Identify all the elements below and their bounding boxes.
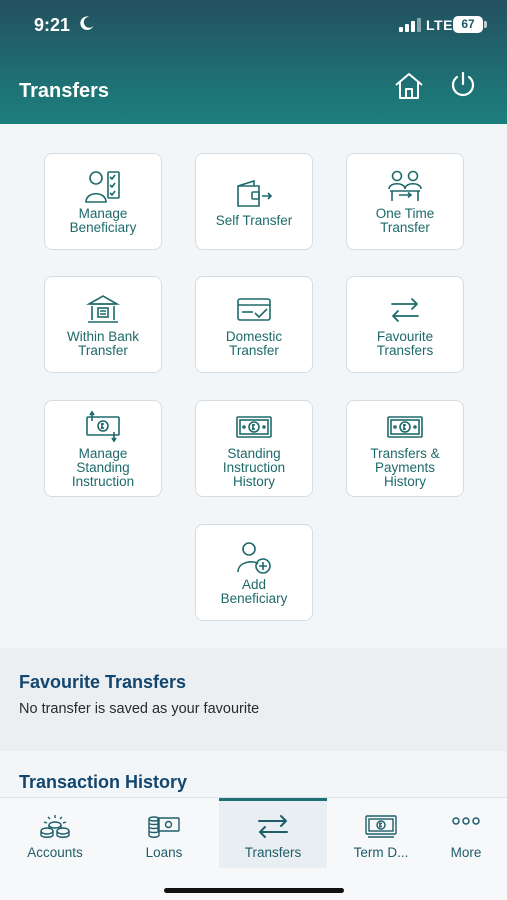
swap-arrows-icon bbox=[258, 815, 288, 838]
tile-label: Domestic Transfer bbox=[225, 328, 283, 358]
bottom-tab-bar: Accounts Loans Transfers Term D... More bbox=[0, 797, 507, 900]
signal-icon bbox=[399, 18, 421, 32]
transfer-options-grid: Manage Beneficiary Self Transfer One Tim… bbox=[0, 124, 507, 648]
wallet-transfer-icon bbox=[237, 179, 273, 207]
tile-one-time-transfer[interactable]: One Time Transfer bbox=[346, 153, 464, 250]
tile-label: Self Transfer bbox=[215, 212, 293, 228]
tile-label: Add Beneficiary bbox=[220, 576, 288, 606]
tile-self-transfer[interactable]: Self Transfer bbox=[195, 153, 313, 250]
page-title: Transfers bbox=[19, 80, 110, 102]
swap-arrows-icon bbox=[391, 297, 419, 322]
tab-label: Transfers bbox=[244, 845, 302, 860]
moon-icon bbox=[80, 16, 94, 31]
tile-transfers-payments-history[interactable]: Transfers & Payments History bbox=[346, 400, 464, 497]
tab-label: Loans bbox=[145, 845, 183, 860]
tile-within-bank-transfer[interactable]: Within Bank Transfer bbox=[44, 276, 162, 373]
tile-label: Transfers & Payments History bbox=[370, 445, 440, 489]
add-user-icon bbox=[237, 541, 271, 574]
tile-standing-instruction-history[interactable]: Standing Instruction History bbox=[195, 400, 313, 497]
tile-label: Standing Instruction History bbox=[222, 445, 286, 489]
tile-label: One Time Transfer bbox=[375, 205, 435, 235]
tab-more[interactable]: More bbox=[412, 798, 507, 868]
tile-label: Within Bank Transfer bbox=[66, 328, 140, 358]
banknote-icon bbox=[236, 415, 272, 438]
coins-stack-icon bbox=[40, 815, 70, 838]
favourite-transfers-title: Favourite Transfers bbox=[19, 672, 187, 692]
favourite-transfers-section: Favourite Transfers No transfer is saved… bbox=[0, 648, 507, 751]
banknote-icon bbox=[365, 815, 397, 838]
tile-add-beneficiary[interactable]: Add Beneficiary bbox=[195, 524, 313, 621]
tile-manage-beneficiary[interactable]: Manage Beneficiary bbox=[44, 153, 162, 250]
power-icon[interactable] bbox=[448, 70, 478, 100]
favourite-empty-message: No transfer is saved as your favourite bbox=[19, 701, 260, 717]
home-icon[interactable] bbox=[393, 71, 425, 101]
tab-accounts[interactable]: Accounts bbox=[1, 798, 109, 868]
cash-stack-icon bbox=[148, 816, 180, 838]
tile-label: Favourite Transfers bbox=[376, 328, 434, 358]
home-indicator bbox=[164, 888, 344, 893]
more-dots-icon bbox=[452, 817, 480, 825]
user-checklist-icon bbox=[85, 170, 120, 203]
tile-domestic-transfer[interactable]: Domestic Transfer bbox=[195, 276, 313, 373]
status-bar: 9:21 LTE 67 bbox=[0, 0, 507, 50]
tile-manage-standing-instruction[interactable]: Manage Standing Instruction bbox=[44, 400, 162, 497]
banknote-icon bbox=[387, 415, 423, 438]
tile-favourite-transfers[interactable]: Favourite Transfers bbox=[346, 276, 464, 373]
app-header: 9:21 LTE 67 Transfers bbox=[0, 0, 507, 124]
transaction-history-title[interactable]: Transaction History bbox=[19, 772, 187, 793]
network-type: LTE bbox=[426, 17, 453, 33]
card-check-icon bbox=[237, 297, 271, 321]
money-cycle-icon bbox=[86, 410, 120, 442]
tab-label: More bbox=[450, 845, 482, 860]
tab-label: Term D... bbox=[353, 845, 409, 860]
tab-transfers[interactable]: Transfers bbox=[219, 798, 327, 868]
tile-label: Manage Beneficiary bbox=[69, 205, 137, 235]
battery-level: 67 bbox=[453, 16, 483, 33]
battery-icon: 67 bbox=[453, 16, 487, 33]
tile-label: Manage Standing Instruction bbox=[71, 445, 135, 489]
tab-loans[interactable]: Loans bbox=[110, 798, 218, 868]
bank-icon bbox=[85, 294, 121, 323]
two-users-icon bbox=[388, 170, 422, 201]
tab-label: Accounts bbox=[27, 845, 83, 860]
status-time: 9:21 bbox=[34, 15, 71, 35]
